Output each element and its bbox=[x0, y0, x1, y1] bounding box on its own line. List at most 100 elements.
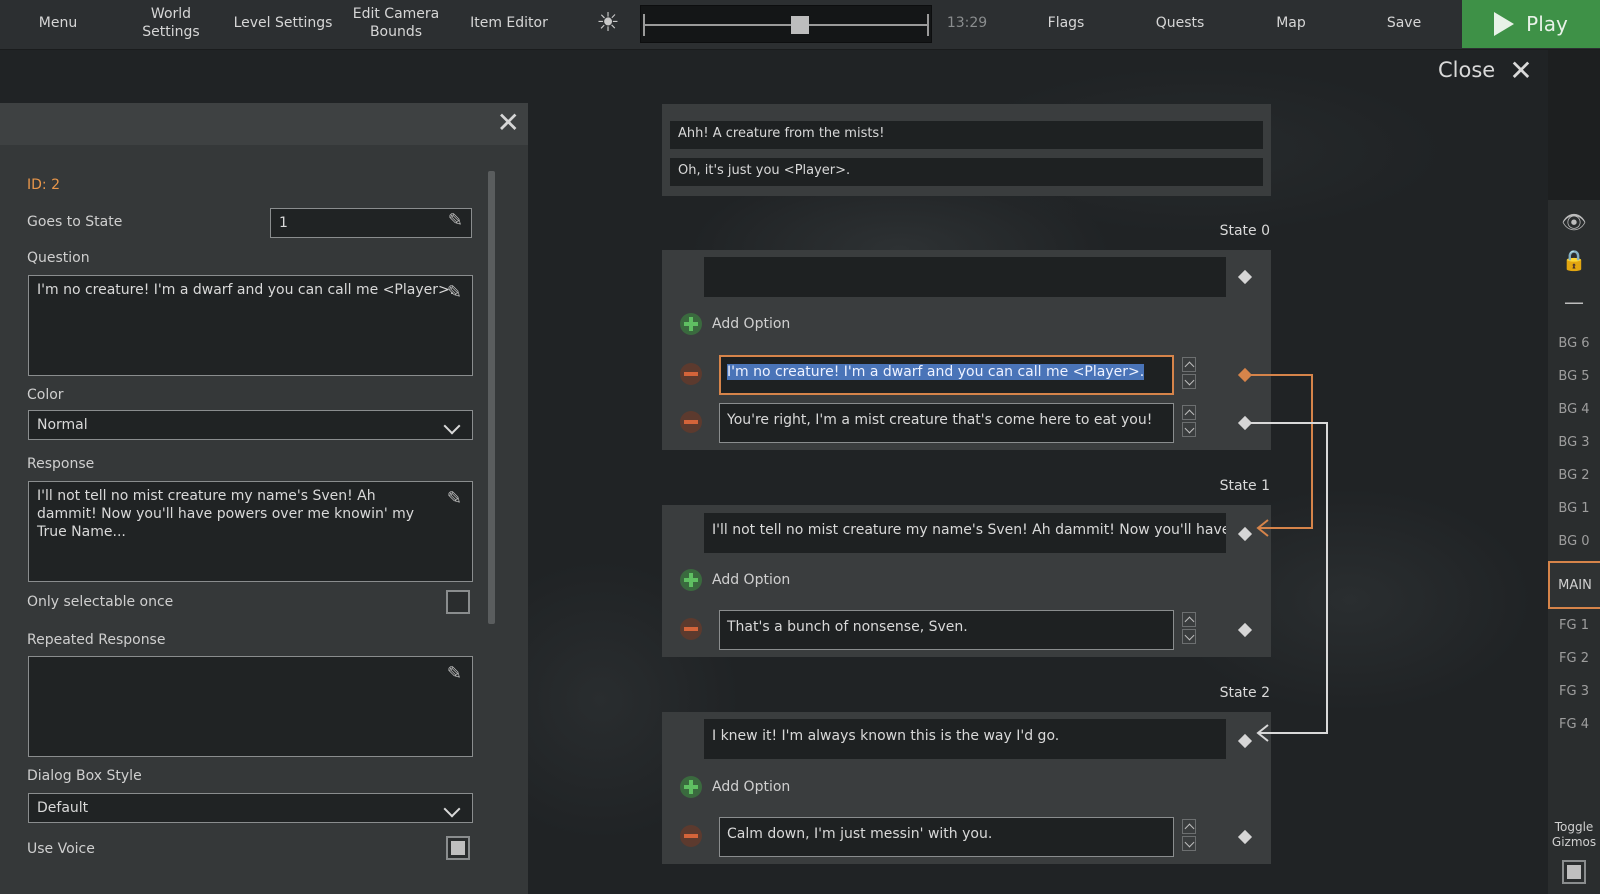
layer-bg2[interactable]: BG 2 bbox=[1548, 459, 1600, 492]
add-option-label: Add Option bbox=[712, 316, 791, 332]
add-option-button[interactable]: Add Option bbox=[680, 569, 790, 591]
dialog-box-style-selected-value: Default bbox=[37, 800, 89, 816]
option-id-label: ID: 2 bbox=[27, 177, 60, 193]
option-text-field[interactable]: Calm down, I'm just messin' with you. bbox=[719, 817, 1174, 857]
color-label: Color bbox=[27, 387, 64, 403]
map-button[interactable]: Map bbox=[1266, 0, 1316, 46]
move-up-icon[interactable] bbox=[1182, 819, 1196, 834]
item-editor-button[interactable]: Item Editor bbox=[464, 0, 554, 46]
layer-fg2[interactable]: FG 2 bbox=[1548, 642, 1600, 675]
intro-line[interactable]: Oh, it's just you <Player>. bbox=[670, 158, 1263, 186]
use-voice-label: Use Voice bbox=[27, 841, 95, 857]
only-selectable-once-checkbox[interactable] bbox=[446, 590, 470, 614]
panel-scrollbar[interactable] bbox=[488, 171, 495, 624]
panel-close-icon[interactable]: ✕ bbox=[497, 107, 520, 139]
option-reorder-arrows bbox=[1182, 357, 1196, 391]
move-up-icon[interactable] bbox=[1182, 405, 1196, 420]
question-textarea[interactable]: I'm no creature! I'm a dwarf and you can… bbox=[28, 275, 473, 376]
repeated-response-textarea[interactable]: ✎ bbox=[28, 656, 473, 757]
edit-camera-bounds-button[interactable]: Edit Camera Bounds bbox=[348, 0, 444, 46]
remove-option-icon[interactable] bbox=[680, 411, 702, 433]
layer-bg5[interactable]: BG 5 bbox=[1548, 360, 1600, 393]
repeated-response-label: Repeated Response bbox=[27, 632, 166, 648]
timeline-thumb[interactable] bbox=[791, 16, 809, 34]
add-option-button[interactable]: Add Option bbox=[680, 776, 790, 798]
add-icon bbox=[680, 776, 702, 798]
move-down-icon[interactable] bbox=[1182, 836, 1196, 851]
play-button[interactable]: Play bbox=[1462, 0, 1600, 48]
play-label: Play bbox=[1526, 12, 1568, 36]
state-input-connector[interactable] bbox=[1237, 269, 1253, 285]
option-output-connector[interactable] bbox=[1237, 622, 1253, 638]
save-button[interactable]: Save bbox=[1376, 0, 1432, 46]
goes-to-state-value: 1 bbox=[279, 215, 288, 231]
remove-option-icon[interactable] bbox=[680, 618, 702, 640]
level-settings-button[interactable]: Level Settings bbox=[228, 0, 338, 46]
day-night-icon[interactable]: ☀ bbox=[588, 0, 628, 46]
move-down-icon[interactable] bbox=[1182, 629, 1196, 644]
time-of-day-slider[interactable] bbox=[640, 5, 932, 43]
option-text: Calm down, I'm just messin' with you. bbox=[727, 826, 993, 842]
option-text-field[interactable]: That's a bunch of nonsense, Sven. bbox=[719, 610, 1174, 650]
pencil-icon[interactable]: ✎ bbox=[447, 284, 462, 302]
chevron-down-icon bbox=[443, 417, 461, 435]
option-output-connector[interactable] bbox=[1237, 829, 1253, 845]
layer-bg6[interactable]: BG 6 bbox=[1548, 327, 1600, 360]
pencil-icon[interactable]: ✎ bbox=[447, 490, 462, 508]
option-output-connector[interactable] bbox=[1237, 415, 1253, 431]
minus-icon[interactable]: — bbox=[1548, 290, 1600, 314]
move-up-icon[interactable] bbox=[1182, 357, 1196, 372]
state-box: Add Option I'm no creature! I'm a dwarf … bbox=[662, 250, 1271, 450]
timeline-start-marker bbox=[643, 14, 645, 36]
goes-to-state-input[interactable]: 1 ✎ bbox=[270, 208, 472, 238]
response-textarea[interactable]: I'll not tell no mist creature my name's… bbox=[28, 481, 473, 582]
move-up-icon[interactable] bbox=[1182, 612, 1196, 627]
state-response-field[interactable] bbox=[704, 257, 1226, 297]
pencil-icon[interactable]: ✎ bbox=[448, 212, 463, 230]
question-text: I'm no creature! I'm a dwarf and you can… bbox=[37, 282, 455, 298]
remove-option-icon[interactable] bbox=[680, 363, 702, 385]
lock-icon[interactable]: 🔒 bbox=[1548, 248, 1600, 272]
option-text-field[interactable]: You're right, I'm a mist creature that's… bbox=[719, 403, 1174, 443]
toggle-gizmos-checkbox[interactable] bbox=[1562, 860, 1586, 884]
layer-bg1[interactable]: BG 1 bbox=[1548, 492, 1600, 525]
option-text: You're right, I'm a mist creature that's… bbox=[727, 412, 1153, 428]
layer-main[interactable]: MAIN bbox=[1548, 561, 1600, 609]
use-voice-checkbox[interactable] bbox=[446, 836, 470, 860]
state-input-connector[interactable] bbox=[1237, 733, 1253, 749]
remove-option-icon[interactable] bbox=[680, 825, 702, 847]
option-reorder-arrows bbox=[1182, 612, 1196, 646]
close-label: Close bbox=[1438, 58, 1496, 82]
world-settings-button[interactable]: World Settings bbox=[130, 0, 212, 46]
flags-button[interactable]: Flags bbox=[1036, 0, 1096, 46]
layer-fg4[interactable]: FG 4 bbox=[1548, 708, 1600, 741]
move-down-icon[interactable] bbox=[1182, 374, 1196, 389]
option-output-connector[interactable] bbox=[1237, 367, 1253, 383]
quests-button[interactable]: Quests bbox=[1148, 0, 1212, 46]
color-dropdown[interactable]: Normal bbox=[28, 410, 473, 440]
eye-icon[interactable]: 👁 bbox=[1548, 210, 1600, 234]
layer-bg3[interactable]: BG 3 bbox=[1548, 426, 1600, 459]
state-input-connector[interactable] bbox=[1237, 526, 1253, 542]
option-text: I'm no creature! I'm a dwarf and you can… bbox=[727, 364, 1145, 380]
state-box: I'll not tell no mist creature my name's… bbox=[662, 505, 1271, 657]
layer-bg0[interactable]: BG 0 bbox=[1548, 525, 1600, 558]
toggle-gizmos-label: Toggle Gizmos bbox=[1551, 820, 1597, 849]
option-text-field[interactable]: I'm no creature! I'm a dwarf and you can… bbox=[719, 355, 1174, 395]
intro-dialog-box: Ahh! A creature from the mists! Oh, it's… bbox=[662, 104, 1271, 196]
menu-button[interactable]: Menu bbox=[22, 0, 94, 46]
pencil-icon[interactable]: ✎ bbox=[447, 665, 462, 683]
state-response-field[interactable]: I knew it! I'm always known this is the … bbox=[704, 719, 1226, 759]
response-text: I'll not tell no mist creature my name's… bbox=[37, 488, 415, 540]
only-selectable-once-label: Only selectable once bbox=[27, 594, 174, 610]
close-dialog-editor-button[interactable]: Close ✕ bbox=[1438, 54, 1533, 87]
move-down-icon[interactable] bbox=[1182, 422, 1196, 437]
layer-fg3[interactable]: FG 3 bbox=[1548, 675, 1600, 708]
intro-line[interactable]: Ahh! A creature from the mists! bbox=[670, 121, 1263, 149]
dialog-box-style-dropdown[interactable]: Default bbox=[28, 793, 473, 823]
layer-bg4[interactable]: BG 4 bbox=[1548, 393, 1600, 426]
timeline-track bbox=[643, 24, 929, 26]
add-option-button[interactable]: Add Option bbox=[680, 313, 790, 335]
layer-fg1[interactable]: FG 1 bbox=[1548, 609, 1600, 642]
state-response-field[interactable]: I'll not tell no mist creature my name's… bbox=[704, 513, 1226, 553]
